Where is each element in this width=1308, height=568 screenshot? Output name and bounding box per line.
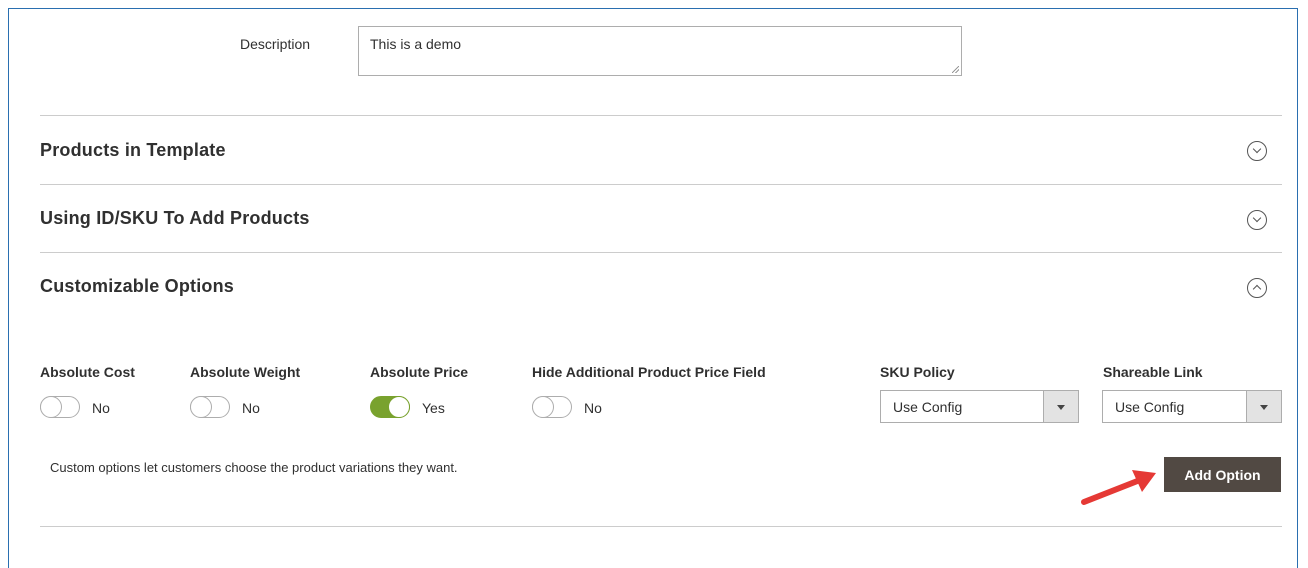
absolute-weight-label: Absolute Weight <box>190 364 301 380</box>
chevron-down-icon[interactable] <box>1246 391 1281 422</box>
shareable-link-select[interactable]: Use Config <box>1102 390 1282 423</box>
section-title-products-in-template[interactable]: Products in Template <box>40 140 226 161</box>
chevron-up-icon[interactable] <box>1247 278 1267 298</box>
hide-additional-price-value: No <box>584 400 602 416</box>
sku-policy-select[interactable]: Use Config <box>880 390 1079 423</box>
absolute-weight-value: No <box>242 400 260 416</box>
toggle-knob <box>388 396 410 418</box>
add-option-button[interactable]: Add Option <box>1164 457 1281 492</box>
absolute-price-value: Yes <box>422 400 445 416</box>
hide-additional-price-label: Hide Additional Product Price Field <box>532 364 766 380</box>
chevron-down-icon[interactable] <box>1247 210 1267 230</box>
section-title-customizable-options[interactable]: Customizable Options <box>40 276 234 297</box>
absolute-price-toggle[interactable] <box>370 396 410 418</box>
chevron-down-icon[interactable] <box>1247 141 1267 161</box>
description-label: Description <box>240 36 311 52</box>
chevron-down-icon[interactable] <box>1043 391 1078 422</box>
custom-options-note: Custom options let customers choose the … <box>50 460 458 475</box>
divider <box>40 184 1282 185</box>
shareable-link-label: Shareable Link <box>1103 364 1203 380</box>
toggle-knob <box>40 396 62 418</box>
section-title-using-id-sku[interactable]: Using ID/SKU To Add Products <box>40 208 310 229</box>
sku-policy-value: Use Config <box>893 399 963 415</box>
divider <box>40 526 1282 527</box>
toggle-knob <box>190 396 212 418</box>
shareable-link-value: Use Config <box>1115 399 1185 415</box>
absolute-price-label: Absolute Price <box>370 364 469 380</box>
sku-policy-label: SKU Policy <box>880 364 955 380</box>
divider <box>40 252 1282 253</box>
absolute-cost-label: Absolute Cost <box>40 364 135 380</box>
divider <box>40 115 1282 116</box>
absolute-cost-value: No <box>92 400 110 416</box>
absolute-weight-toggle[interactable] <box>190 396 230 418</box>
description-textarea[interactable]: This is a demo <box>358 26 962 76</box>
hide-additional-price-toggle[interactable] <box>532 396 572 418</box>
description-value: This is a demo <box>370 36 462 52</box>
toggle-knob <box>532 396 554 418</box>
absolute-cost-toggle[interactable] <box>40 396 80 418</box>
resize-grip-icon[interactable] <box>952 66 959 73</box>
annotation-arrow-icon <box>1081 470 1156 505</box>
